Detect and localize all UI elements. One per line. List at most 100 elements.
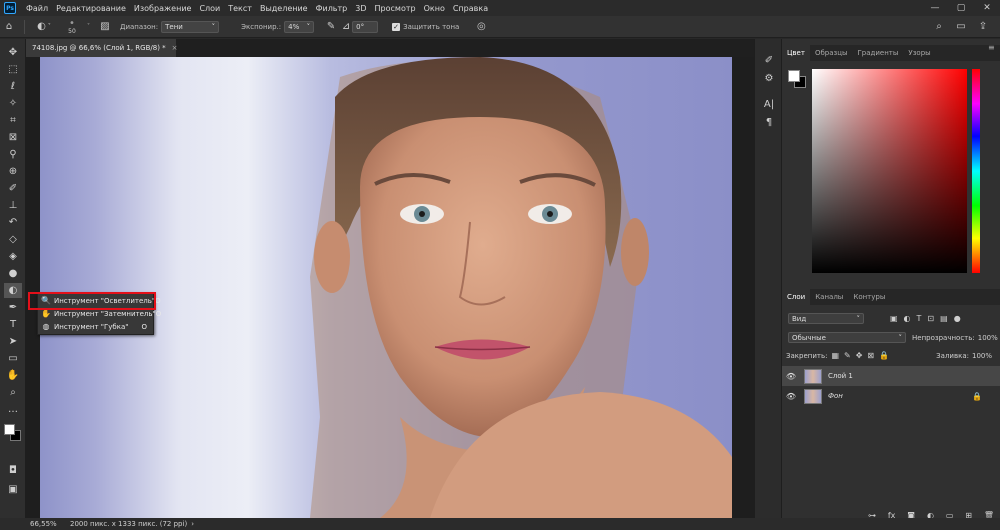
layer-row[interactable]: 👁 Слой 1 [782, 366, 1000, 386]
type-tool-icon[interactable]: T [4, 317, 22, 332]
hue-slider[interactable] [972, 69, 980, 273]
tab-channels[interactable]: Каналы [810, 289, 848, 305]
hand-tool-icon[interactable]: ✋ [4, 368, 22, 383]
properties-panel-icon[interactable]: ⚙ [761, 71, 777, 85]
move-tool-icon[interactable]: ✥ [4, 45, 22, 60]
menu-edit[interactable]: Редактирование [52, 4, 130, 13]
status-bar: 66,55% 2000 пикс. x 1333 пикс. (72 ppi) … [0, 518, 1000, 530]
tab-gradients[interactable]: Градиенты [853, 45, 904, 61]
brush-preset-icon[interactable]: • 50 [57, 18, 87, 36]
maximize-button[interactable]: ▢ [948, 0, 974, 16]
menu-select[interactable]: Выделение [256, 4, 312, 13]
menu-type[interactable]: Текст [224, 4, 256, 13]
close-button[interactable]: ✕ [974, 0, 1000, 16]
tab-swatches[interactable]: Образцы [810, 45, 853, 61]
rectangle-tool-icon[interactable]: ▭ [4, 351, 22, 366]
dodge-tool-icon[interactable]: ◐ [4, 283, 22, 298]
magic-wand-tool-icon[interactable]: ✧ [4, 96, 22, 111]
zoom-level[interactable]: 66,55% [0, 520, 60, 528]
document-info: 2000 пикс. x 1333 пикс. (72 ppi) [70, 520, 188, 528]
divider [24, 19, 25, 34]
flyout-item-label: Инструмент "Губка" [54, 322, 129, 331]
workspace-icon[interactable]: ▭ [952, 18, 970, 36]
eyedropper-tool-icon[interactable]: ⚲ [4, 147, 22, 162]
layer-filter-icons[interactable]: ▣◐T⊡▤● [890, 314, 967, 323]
path-selection-tool-icon[interactable]: ➤ [4, 334, 22, 349]
angle-input[interactable]: 0° [352, 20, 379, 33]
tab-patterns[interactable]: Узоры [903, 45, 935, 61]
more-tools-icon[interactable]: … [4, 402, 22, 417]
document-tab[interactable]: 74108.jpg @ 66,6% (Слой 1, RGB/8) * × [26, 39, 178, 57]
chevron-down-icon: ˅ [856, 314, 861, 323]
brush-size: 50 [68, 27, 76, 35]
protect-tones-label: Защитить тона [403, 22, 460, 31]
menu-bar: Ps Файл Редактирование Изображение Слои … [0, 0, 1000, 16]
angle-value: 0° [356, 22, 365, 31]
marquee-tool-icon[interactable]: ⬚ [4, 62, 22, 77]
brush-settings-icon[interactable]: ▨ [96, 18, 114, 36]
fill-value[interactable]: 100% [972, 352, 992, 360]
menu-file[interactable]: Файл [22, 4, 52, 13]
minimize-button[interactable]: — [922, 0, 948, 16]
layer-filter-select[interactable]: Вид ˅ [788, 313, 864, 324]
blend-mode-select[interactable]: Обычные ˅ [788, 332, 906, 343]
brush-tool-icon[interactable]: ✐ [4, 181, 22, 196]
range-select[interactable]: Тени ˅ [161, 20, 220, 33]
clone-stamp-tool-icon[interactable]: ⊥ [4, 198, 22, 213]
quick-mask-icon[interactable]: ◘ [4, 463, 22, 478]
tab-paths[interactable]: Контуры [848, 289, 890, 305]
foreground-color-swatch[interactable] [788, 70, 800, 82]
menu-window[interactable]: Окно [420, 4, 449, 13]
tool-preset-picker[interactable]: ◐ ˅ [31, 18, 57, 36]
panel-menu-icon[interactable]: ≡ [988, 43, 995, 52]
eraser-tool-icon[interactable]: ◇ [4, 232, 22, 247]
home-icon[interactable]: ⌂ [0, 18, 18, 36]
healing-brush-tool-icon[interactable]: ⊕ [4, 164, 22, 179]
share-icon[interactable]: ⇪ [974, 18, 992, 36]
menu-3d[interactable]: 3D [351, 4, 370, 13]
zoom-tool-icon[interactable]: ⌕ [4, 385, 22, 400]
visibility-eye-icon[interactable]: 👁 [782, 372, 800, 381]
brush-settings-panel-icon[interactable]: ✐ [761, 53, 777, 67]
layer-row[interactable]: 👁 Фон 🔒 [782, 386, 1000, 406]
screen-mode-icon[interactable]: ▣ [4, 482, 22, 497]
frame-tool-icon[interactable]: ⊠ [4, 130, 22, 145]
visibility-eye-icon[interactable]: 👁 [782, 392, 800, 401]
chevron-down-icon: ˅ [211, 22, 216, 31]
menu-filter[interactable]: Фильтр [312, 4, 352, 13]
document-image[interactable] [40, 57, 732, 518]
gradient-tool-icon[interactable]: ◈ [4, 249, 22, 264]
opacity-value[interactable]: 100% [978, 334, 998, 342]
canvas-area[interactable] [26, 57, 754, 518]
blur-tool-icon[interactable]: ● [4, 266, 22, 281]
color-picker-field[interactable] [812, 69, 967, 273]
character-panel-icon[interactable]: A| [761, 97, 777, 111]
foreground-color-swatch[interactable] [4, 424, 15, 435]
flyout-item-sponge[interactable]: ◍ Инструмент "Губка" O [38, 320, 153, 333]
search-icon[interactable]: ⌕ [930, 18, 948, 36]
pressure-size-icon[interactable]: ◎ [472, 18, 490, 36]
airbrush-icon[interactable]: ✎ [322, 18, 340, 36]
tab-color[interactable]: Цвет [782, 45, 810, 61]
menu-view[interactable]: Просмотр [371, 4, 420, 13]
menu-help[interactable]: Справка [449, 4, 492, 13]
close-tab-icon[interactable]: × [172, 44, 178, 52]
flyout-item-label: Инструмент "Затемнитель" [53, 309, 156, 318]
protect-tones-checkbox[interactable]: ✓ [392, 22, 401, 31]
exposure-label: Экспонир.: [241, 22, 282, 31]
lasso-tool-icon[interactable]: ℓ [4, 79, 22, 94]
menu-image[interactable]: Изображение [130, 4, 196, 13]
right-panels: Цвет Образцы Градиенты Узоры ≡ Слои Кана… [782, 39, 1000, 520]
paragraph-panel-icon[interactable]: ¶ [761, 115, 777, 129]
menu-layers[interactable]: Слои [195, 4, 224, 13]
pen-tool-icon[interactable]: ✒ [4, 300, 22, 315]
crop-tool-icon[interactable]: ⌗ [4, 113, 22, 128]
lock-icons[interactable]: ▦✎✥⊠🔒 [831, 351, 894, 360]
chevron-right-icon[interactable]: › [191, 520, 194, 528]
photoshop-logo: Ps [4, 2, 16, 14]
chevron-down-icon: ˅ [306, 22, 311, 31]
exposure-input[interactable]: 4% ˅ [284, 20, 315, 33]
history-brush-tool-icon[interactable]: ↶ [4, 215, 22, 230]
tab-layers[interactable]: Слои [782, 289, 811, 305]
lock-icon: 🔒 [972, 391, 982, 401]
